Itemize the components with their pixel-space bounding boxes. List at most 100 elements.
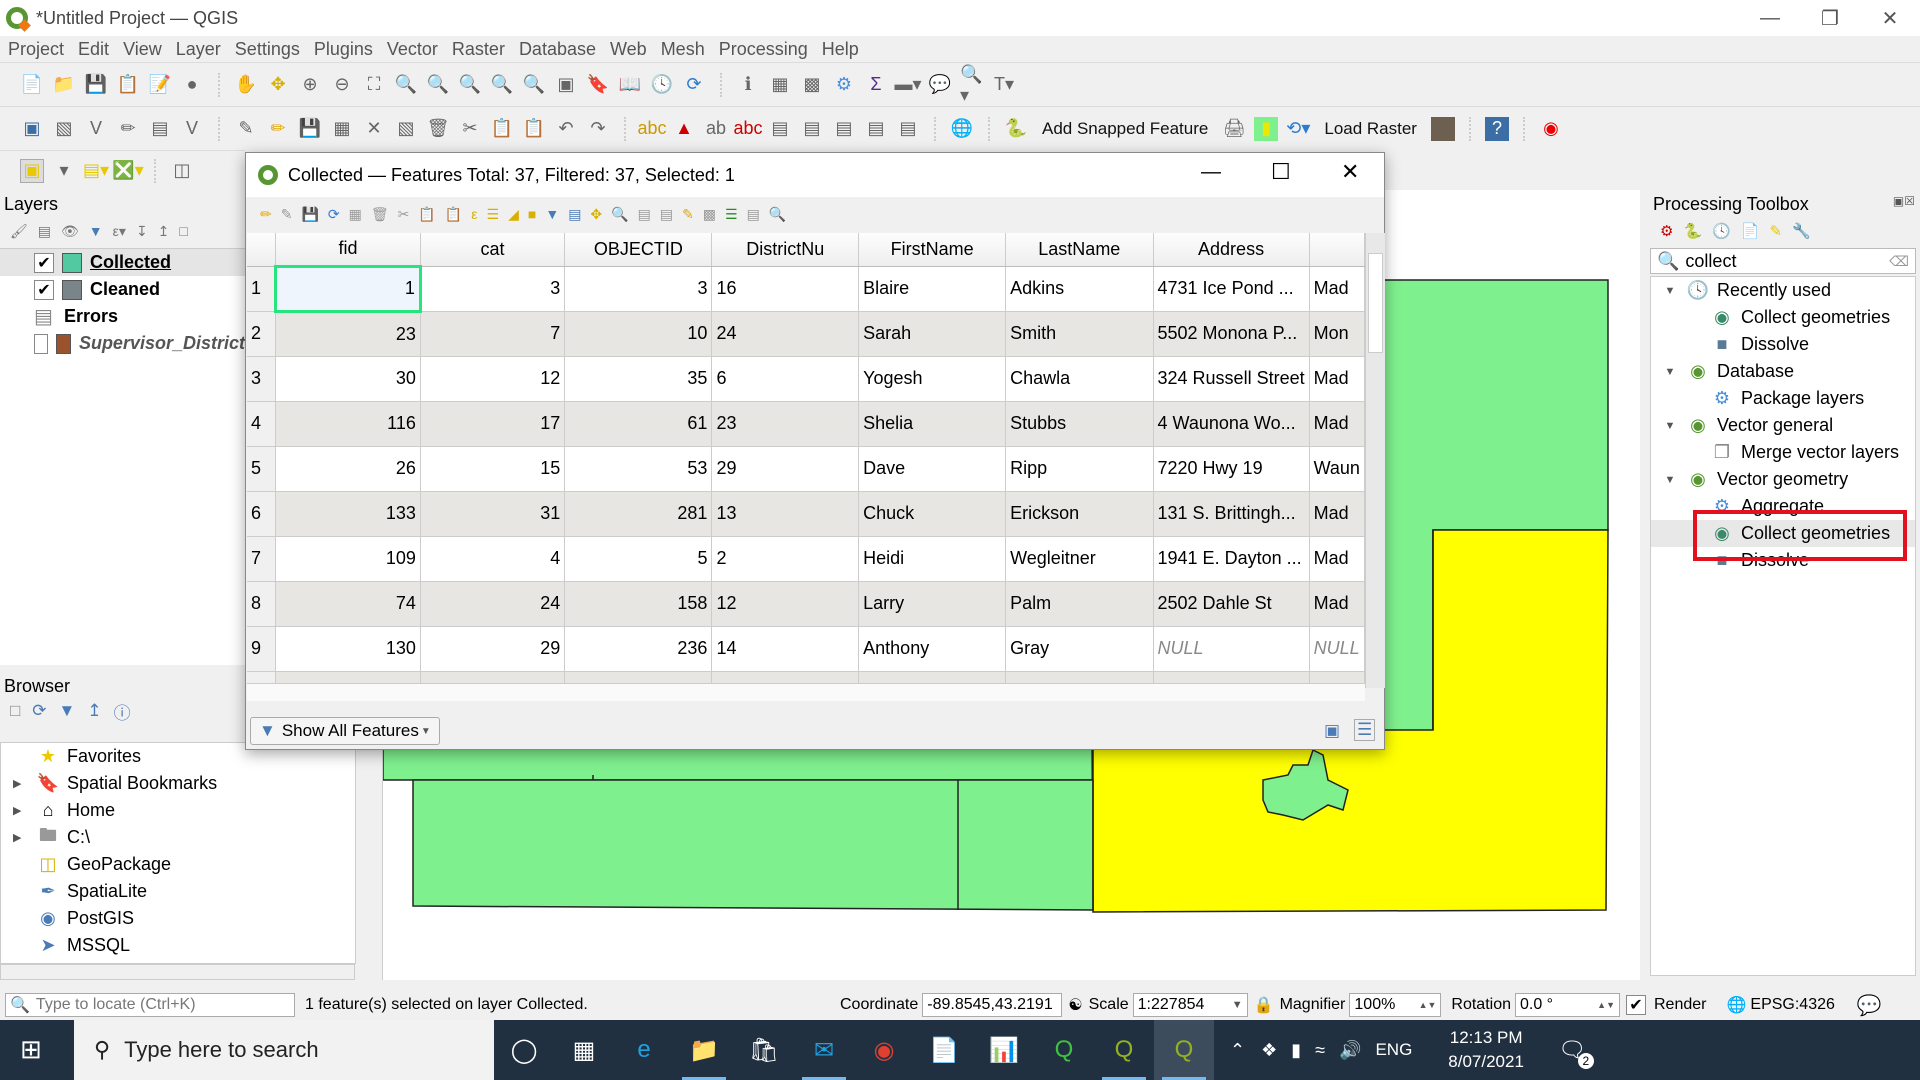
table-cell[interactable]: 3 bbox=[564, 266, 713, 312]
table-cell[interactable]: Steven bbox=[858, 671, 1007, 683]
conditional-formatting-icon[interactable]: ☰ bbox=[725, 206, 738, 223]
table-row[interactable]: 8 74 24 158 12 Larry Palm 2502 Dahle St Mad bbox=[247, 581, 1365, 627]
writer-icon[interactable]: 📄 bbox=[914, 1020, 974, 1080]
table-cell[interactable]: 1 bbox=[274, 264, 422, 313]
label-toolbar-icon[interactable]: abc bbox=[637, 117, 666, 141]
table-cell[interactable]: 30 bbox=[275, 356, 421, 402]
save-edits-icon[interactable]: 💾 bbox=[298, 117, 322, 141]
expression-filter-icon[interactable]: ε▾ bbox=[113, 223, 126, 240]
render-checkbox[interactable]: ✔ bbox=[1625, 995, 1646, 1015]
digitize-icon[interactable]: ✏ bbox=[116, 117, 140, 141]
edit-features-in-place-icon[interactable]: ✎ bbox=[1770, 222, 1783, 240]
file-explorer-icon[interactable]: 📁 bbox=[674, 1020, 734, 1080]
new-shapefile-icon[interactable]: V bbox=[84, 117, 108, 141]
dropbox-icon[interactable]: ❖ bbox=[1261, 1040, 1277, 1061]
browser-item-spatial-bookmarks[interactable]: ▶ 🔖 Spatial Bookmarks bbox=[1, 770, 371, 797]
select-by-expression-icon[interactable]: ε bbox=[471, 206, 477, 222]
vertex-tool-icon[interactable]: ✕ bbox=[362, 117, 386, 141]
table-cell[interactable]: 10 bbox=[564, 311, 713, 357]
add-snapped-feature-button[interactable]: Add Snapped Feature bbox=[1042, 119, 1208, 139]
history-icon[interactable]: 🕓 bbox=[1712, 222, 1731, 240]
table-cell[interactable]: 17 bbox=[420, 401, 566, 447]
table-cell[interactable]: Peters bbox=[1005, 671, 1154, 683]
rotation-spinbox[interactable]: 0.0 ° ▲▼ bbox=[1514, 993, 1620, 1017]
raster-thumbnail-icon[interactable] bbox=[1430, 116, 1455, 141]
table-cell[interactable]: Mad bbox=[1309, 581, 1365, 627]
zoom-last-icon[interactable]: 🔍 bbox=[490, 73, 514, 97]
collapse-arrow-icon[interactable]: ▼ bbox=[1661, 366, 1679, 378]
add-selected-layers-icon[interactable]: □ bbox=[10, 701, 20, 721]
filter-icon[interactable]: ▼ bbox=[59, 701, 76, 721]
lock-icon[interactable]: 🔒 bbox=[1254, 995, 1274, 1015]
field-calculator-icon[interactable]: ▩ bbox=[800, 73, 824, 97]
table-cell[interactable]: 9510 Wild Prairi... bbox=[1153, 671, 1310, 683]
table-cell[interactable]: Mad bbox=[1309, 266, 1365, 312]
row-number[interactable]: 1 bbox=[247, 266, 277, 312]
menu-database[interactable]: Database bbox=[519, 39, 596, 60]
menu-mesh[interactable]: Mesh bbox=[661, 39, 705, 60]
volume-icon[interactable]: 🔊 bbox=[1339, 1040, 1361, 1061]
invert-selection-icon[interactable]: ◢ bbox=[508, 206, 519, 223]
refresh-icon[interactable]: ⟳ bbox=[32, 701, 46, 721]
remove-layer-icon[interactable]: □ bbox=[179, 223, 187, 239]
select-features-icon[interactable]: ▣ bbox=[20, 158, 44, 183]
paste-icon[interactable]: 📋 bbox=[445, 206, 462, 223]
tree-group-vector-geometry[interactable]: ▼ ◉ Vector geometry bbox=[1651, 466, 1915, 493]
table-cell[interactable]: Mad bbox=[1309, 491, 1365, 537]
layer-item-supervisor-district[interactable]: Supervisor_District bbox=[0, 330, 245, 357]
identify-icon[interactable]: ℹ bbox=[736, 73, 760, 97]
paste-features-icon[interactable]: 📋 bbox=[522, 117, 546, 141]
notification-center-icon[interactable]: 🗨 2 bbox=[1558, 1037, 1594, 1069]
layer-checkbox[interactable]: ✔ bbox=[34, 279, 54, 300]
wifi-icon[interactable]: ≈ bbox=[1315, 1040, 1325, 1061]
column-header[interactable]: FirstName bbox=[858, 233, 1007, 267]
crs-button[interactable]: EPSG:4326 bbox=[1750, 996, 1835, 1014]
table-cell[interactable]: NULL bbox=[1309, 626, 1365, 672]
table-cell[interactable]: 23 bbox=[275, 311, 421, 357]
statistical-summary-icon[interactable]: Σ bbox=[864, 73, 888, 97]
table-cell[interactable]: 1941 E. Dayton ... bbox=[1153, 536, 1310, 582]
models-icon[interactable]: ⚙ bbox=[1660, 222, 1673, 240]
modify-attributes-icon[interactable]: ▧ bbox=[394, 117, 418, 141]
edge-icon[interactable]: e bbox=[614, 1020, 674, 1080]
filter-icon[interactable]: ▼ bbox=[89, 223, 103, 239]
table-cell[interactable]: 16 bbox=[711, 266, 860, 312]
restore-button[interactable]: ❐ bbox=[1800, 0, 1860, 36]
calc-icon[interactable]: 📊 bbox=[974, 1020, 1034, 1080]
label-properties-icon[interactable]: ▤ bbox=[896, 117, 920, 141]
quick-print-icon[interactable]: 🖨 bbox=[1222, 117, 1246, 141]
tree-group-vector-general[interactable]: ▼ ◉ Vector general bbox=[1651, 412, 1915, 439]
store-icon[interactable]: 🛍 bbox=[734, 1020, 794, 1080]
table-cell[interactable]: 4 Waunona Wo... bbox=[1153, 401, 1310, 447]
scale-combobox[interactable]: 1:227854 ▼ bbox=[1132, 993, 1248, 1017]
table-cell[interactable]: Gray bbox=[1005, 626, 1154, 672]
zoom-out-icon[interactable]: ⊖ bbox=[330, 73, 354, 97]
search-tool-icon[interactable]: 🔍▾ bbox=[960, 64, 984, 105]
table-cell[interactable]: Larry bbox=[858, 581, 1007, 627]
task-view-icon[interactable]: ▦ bbox=[554, 1020, 614, 1080]
table-cell[interactable]: 29 bbox=[420, 626, 566, 672]
table-cell[interactable]: 13 bbox=[711, 491, 860, 537]
delete-features-icon[interactable]: 🗑 bbox=[371, 206, 389, 223]
column-header[interactable]: DistrictNu bbox=[711, 233, 860, 267]
tree-item-collect-geometries[interactable]: ◉ Collect geometries bbox=[1651, 304, 1915, 331]
taskbar-search[interactable]: ⚲ Type here to search bbox=[74, 1020, 494, 1080]
visibility-icon[interactable]: 👁 bbox=[61, 223, 79, 240]
field-calculator-icon[interactable]: ▩ bbox=[703, 206, 716, 223]
new-geopackage-layer-icon[interactable]: ▧ bbox=[52, 117, 76, 141]
table-cell[interactable]: 53 bbox=[564, 446, 713, 492]
table-cell[interactable]: Anthony bbox=[858, 626, 1007, 672]
close-button[interactable]: ✕ bbox=[1860, 0, 1920, 36]
menu-edit[interactable]: Edit bbox=[78, 39, 109, 60]
expand-all-icon[interactable]: ↧ bbox=[136, 223, 148, 240]
table-cell[interactable]: 31 bbox=[420, 491, 566, 537]
select-by-value-icon[interactable]: ▤▾ bbox=[83, 159, 109, 183]
toggle-editing-icon[interactable]: ✏ bbox=[266, 117, 290, 141]
delete-field-icon[interactable]: ▤ bbox=[660, 206, 673, 223]
table-cell[interactable]: 74 bbox=[564, 671, 713, 683]
cortana-icon[interactable]: ◯ bbox=[494, 1020, 554, 1080]
row-number[interactable]: 5 bbox=[247, 446, 277, 492]
new-virtual-layer-icon[interactable]: V bbox=[180, 117, 204, 141]
change-label-icon[interactable]: ▤ bbox=[832, 117, 856, 141]
table-row[interactable]: 4 116 17 61 23 Shelia Stubbs 4 Waunona Wo... Mad bbox=[247, 401, 1365, 447]
